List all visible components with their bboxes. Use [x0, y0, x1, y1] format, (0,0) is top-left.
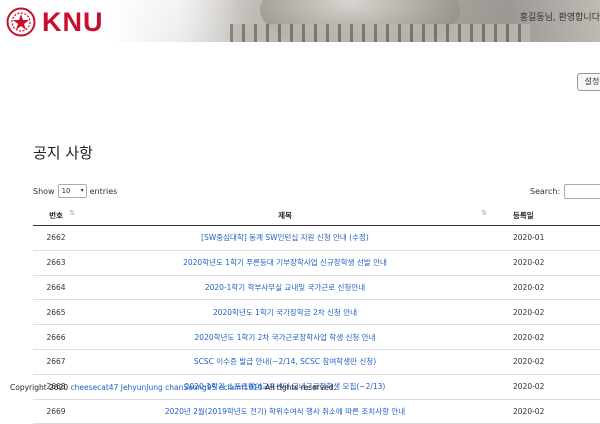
notice-link[interactable]: SCSC 이수증 발급 안내(~2/14, SCSC 참여학생만 신청) — [194, 357, 376, 366]
entries-label: entries — [89, 186, 118, 196]
column-header-title[interactable]: 제목 ⇅ — [79, 205, 491, 226]
copyright-suffix: All rights reserved. — [265, 383, 336, 392]
row-number: 2666 — [33, 324, 79, 350]
sort-icon: ⇅ — [69, 209, 75, 217]
row-number: 2662 — [33, 225, 79, 251]
search-label: Search: — [530, 187, 561, 196]
notice-link[interactable]: 2020년 2월(2019학년도 전기) 학위수여식 행사 취소에 따른 조치사… — [165, 407, 405, 416]
university-seal-icon — [6, 7, 36, 37]
notice-link[interactable]: 2020학년도 1학기 2차 국가근로장학사업 학생 신청 안내 — [195, 333, 376, 342]
notice-link[interactable]: [SW중심대학] 동계 SW인턴십 지원 신청 안내 (수정) — [201, 233, 369, 242]
table-row: 2664 2020-1학기 학부사무실 교내및 국가근로 신청안내 2020-0… — [33, 275, 600, 301]
search-control: Search: — [530, 184, 600, 199]
entries-select[interactable]: 10 ▾ — [57, 184, 87, 198]
chevron-down-icon: ▾ — [80, 187, 84, 194]
notice-link[interactable]: 2020학년도 1학기 푸른등대 기부장학사업 신규장학생 선발 안내 — [183, 258, 387, 267]
row-date: 2020-02 — [491, 399, 600, 424]
copyright-footer: Copyright 2020 cheesecat47 JehyunJung ch… — [10, 383, 336, 392]
page-title: 공지 사항 — [33, 144, 93, 162]
row-number: 2664 — [33, 275, 79, 301]
table-row: 2669 2020년 2월(2019학년도 전기) 학위수여식 행사 취소에 따… — [33, 399, 600, 424]
row-number: 2667 — [33, 349, 79, 375]
row-number: 2665 — [33, 299, 79, 326]
row-date: 2020-02 — [491, 275, 600, 301]
search-input[interactable] — [564, 184, 600, 199]
show-label: Show — [33, 186, 55, 196]
user-greeting: 홍길동님, 환영합니다 — [519, 13, 600, 23]
settings-button[interactable]: 설정 — [577, 73, 600, 91]
notice-link[interactable]: 2020학년도 1학기 국가장학금 2차 신청 안내 — [213, 308, 357, 317]
row-date: 2020-02 — [491, 299, 600, 326]
column-header-date[interactable]: 등록일 — [491, 205, 600, 226]
table-row: 2666 2020학년도 1학기 2차 국가근로장학사업 학생 신청 안내 20… — [33, 324, 600, 350]
row-date: 2020-01 — [491, 225, 600, 251]
row-date: 2020-02 — [491, 324, 600, 350]
table-header-row: 번호 ⇅ 제목 ⇅ 등록일 — [33, 205, 600, 226]
table-row: 2667 SCSC 이수증 발급 안내(~2/14, SCSC 참여학생만 신청… — [33, 349, 600, 375]
entries-control: Show 10 ▾ entries — [33, 184, 117, 198]
contributor-links[interactable]: cheesecat47 JehyunJung chanSeong95 eclai… — [71, 383, 263, 392]
entries-select-value: 10 — [61, 187, 71, 195]
row-date: 2020-02 — [491, 349, 600, 375]
copyright-prefix: Copyright 2020 — [10, 383, 69, 392]
column-header-num[interactable]: 번호 ⇅ — [33, 205, 79, 226]
row-number: 2663 — [33, 250, 79, 276]
table-row: 2662 [SW중심대학] 동계 SW인턴십 지원 신청 안내 (수정) 202… — [33, 225, 600, 251]
header-banner: KNU 홍길동님, 환영합니다 — [0, 0, 600, 42]
row-number: 2669 — [33, 399, 79, 424]
sort-icon: ⇅ — [481, 209, 487, 217]
row-date: 2020-02 — [491, 250, 600, 276]
row-date: 2020-02 — [491, 374, 600, 400]
knu-logo[interactable]: KNU — [6, 6, 104, 38]
logo-text: KNU — [42, 6, 104, 37]
notice-link[interactable]: 2020-1학기 학부사무실 교내및 국가근로 신청안내 — [205, 283, 365, 292]
table-row: 2665 2020학년도 1학기 국가장학금 2차 신청 안내 2020-02 — [33, 299, 600, 326]
banner-columns-image — [230, 24, 530, 42]
table-row: 2663 2020학년도 1학기 푸른등대 기부장학사업 신규장학생 선발 안내… — [33, 250, 600, 276]
